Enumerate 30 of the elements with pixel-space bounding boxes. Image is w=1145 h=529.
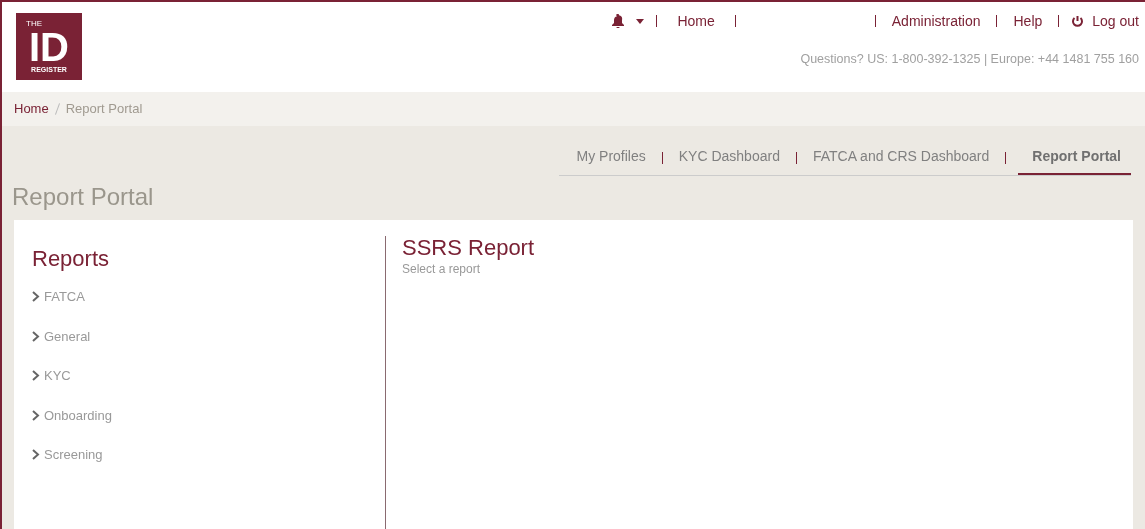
bell-icon[interactable]: [612, 14, 625, 28]
nav-link[interactable]: Help: [1009, 10, 1047, 32]
logo-small-text: THE: [26, 20, 42, 28]
chevron-right-icon[interactable]: [32, 409, 40, 421]
tab[interactable]: FATCA and CRS Dashboard: [808, 140, 994, 175]
report-category[interactable]: FATCA: [32, 287, 385, 307]
report-category[interactable]: General: [32, 326, 385, 346]
reports-heading: Reports: [32, 245, 111, 273]
chevron-right-icon[interactable]: [32, 330, 40, 342]
tab[interactable]: KYC Dashboard: [674, 140, 784, 175]
report-title: SSRS Report: [402, 236, 535, 260]
tab[interactable]: Report Portal: [1018, 140, 1131, 175]
logo-letters: ID: [29, 28, 69, 66]
report-category[interactable]: KYC: [32, 366, 385, 386]
power-icon[interactable]: [1071, 14, 1085, 28]
chevron-right-icon[interactable]: [32, 370, 40, 382]
logout-link[interactable]: Log out: [1071, 10, 1139, 32]
breadcrumb-item[interactable]: Report Portal: [65, 99, 143, 119]
report-hint: Select a report: [402, 261, 482, 278]
page-title: Report Portal: [12, 182, 155, 212]
contact-info: Questions? US: 1-800-392-1325 | Europe: +44 1481 755 160: [800, 51, 1139, 68]
caret-icon[interactable]: [636, 18, 645, 24]
breadcrumb-item[interactable]: Home: [14, 99, 49, 119]
tab[interactable]: My Profiles: [572, 140, 650, 175]
nav-link[interactable]: Home: [669, 10, 723, 32]
report-category[interactable]: Screening: [32, 445, 385, 465]
report-category[interactable]: Onboarding: [32, 405, 385, 425]
chevron-right-icon[interactable]: [32, 449, 40, 461]
nav-link[interactable]: Administration: [887, 10, 985, 32]
chevron-right-icon[interactable]: [32, 291, 40, 303]
